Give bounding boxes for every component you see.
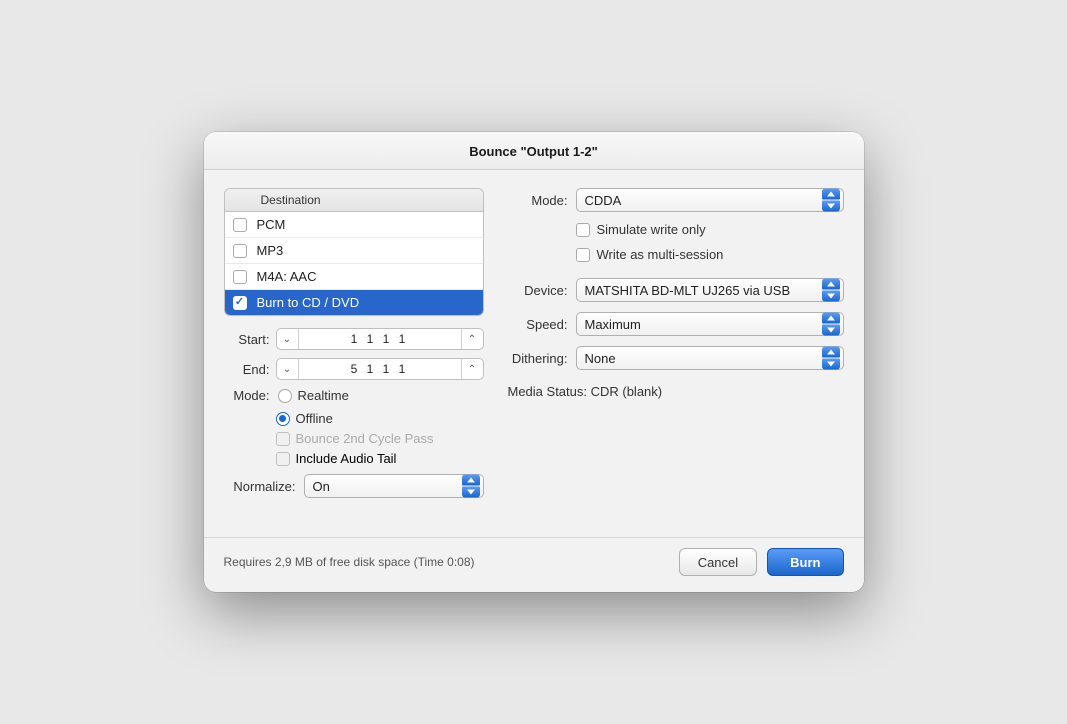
bounce-dialog: Bounce "Output 1-2" Destination PCM MP3 …: [204, 132, 864, 592]
controls-grid: Start: ⌄ 1 1 1 1 ⌃ End: ⌄ 5 1 1 1 ⌃: [224, 328, 484, 498]
mp3-label: MP3: [257, 243, 284, 258]
destination-row-burn[interactable]: Burn to CD / DVD: [225, 290, 483, 315]
speed-label: Speed:: [508, 317, 568, 332]
burn-checkbox[interactable]: [233, 296, 247, 310]
bounce2nd-label: Bounce 2nd Cycle Pass: [296, 431, 434, 446]
multisession-label: Write as multi-session: [597, 247, 724, 262]
dialog-title: Bounce "Output 1-2": [204, 132, 864, 170]
burn-button[interactable]: Burn: [767, 548, 843, 576]
normalize-select[interactable]: On Off: [304, 474, 484, 498]
speed-select-wrapper: Maximum: [576, 312, 844, 336]
pcm-checkbox[interactable]: [233, 218, 247, 232]
footer-info: Requires 2,9 MB of free disk space (Time…: [224, 555, 475, 569]
destination-row-m4a[interactable]: M4A: AAC: [225, 264, 483, 290]
bounce2nd-checkbox: [276, 432, 290, 446]
dialog-footer: Requires 2,9 MB of free disk space (Time…: [204, 537, 864, 592]
realtime-radio[interactable]: [278, 389, 292, 403]
speed-select[interactable]: Maximum: [576, 312, 844, 336]
destination-table: Destination PCM MP3 M4A: AAC Burn to CD …: [224, 188, 484, 316]
mp3-checkbox[interactable]: [233, 244, 247, 258]
end-value: 5 1 1 1: [299, 362, 461, 376]
destination-header: Destination: [225, 189, 483, 212]
left-panel: Destination PCM MP3 M4A: AAC Burn to CD …: [224, 188, 484, 527]
right-panel: Mode: CDDA: [508, 188, 844, 527]
dialog-body: Destination PCM MP3 M4A: AAC Burn to CD …: [204, 170, 864, 537]
offline-label: Offline: [296, 411, 333, 426]
include-audio-tail-checkbox[interactable]: [276, 452, 290, 466]
pcm-label: PCM: [257, 217, 286, 232]
offline-radio[interactable]: [276, 412, 290, 426]
speed-form-row: Speed: Maximum: [508, 312, 844, 336]
bounce2nd-option: Bounce 2nd Cycle Pass: [276, 431, 484, 446]
normalize-row: Normalize: On Off: [224, 474, 484, 498]
device-select[interactable]: MATSHITA BD-MLT UJ265 via USB: [576, 278, 844, 302]
cancel-button[interactable]: Cancel: [679, 548, 757, 576]
device-form-row: Device: MATSHITA BD-MLT UJ265 via USB: [508, 278, 844, 302]
start-value: 1 1 1 1: [299, 332, 461, 346]
mode-form-row: Mode: CDDA: [508, 188, 844, 212]
start-stepper[interactable]: ⌄ 1 1 1 1 ⌃: [276, 328, 484, 350]
destination-row-mp3[interactable]: MP3: [225, 238, 483, 264]
mode-row: Mode: Realtime: [224, 388, 484, 403]
multisession-row[interactable]: Write as multi-session: [508, 247, 844, 262]
simulate-row[interactable]: Simulate write only: [508, 222, 844, 237]
dithering-label: Dithering:: [508, 351, 568, 366]
media-status: Media Status: CDR (blank): [508, 384, 844, 399]
m4a-checkbox[interactable]: [233, 270, 247, 284]
end-down-arrow[interactable]: ⌄: [277, 359, 299, 379]
radio-group: Offline Bounce 2nd Cycle Pass Include Au…: [224, 411, 484, 466]
dithering-form-row: Dithering: None: [508, 346, 844, 370]
end-label: End:: [224, 362, 270, 377]
multisession-checkbox[interactable]: [576, 248, 590, 262]
dithering-select[interactable]: None: [576, 346, 844, 370]
start-row: Start: ⌄ 1 1 1 1 ⌃: [224, 328, 484, 350]
dithering-select-wrapper: None: [576, 346, 844, 370]
mode-label: Mode:: [224, 388, 270, 403]
right-mode-label: Mode:: [508, 193, 568, 208]
m4a-label: M4A: AAC: [257, 269, 317, 284]
device-select-wrapper: MATSHITA BD-MLT UJ265 via USB: [576, 278, 844, 302]
mode-select[interactable]: CDDA: [576, 188, 844, 212]
offline-option[interactable]: Offline: [276, 411, 484, 426]
mode-select-wrapper: CDDA: [576, 188, 844, 212]
end-row: End: ⌄ 5 1 1 1 ⌃: [224, 358, 484, 380]
simulate-label: Simulate write only: [597, 222, 706, 237]
normalize-select-wrapper: On Off: [304, 474, 484, 498]
simulate-checkbox[interactable]: [576, 223, 590, 237]
device-label: Device:: [508, 283, 568, 298]
normalize-label: Normalize:: [224, 479, 296, 494]
realtime-label: Realtime: [298, 388, 349, 403]
start-down-arrow[interactable]: ⌄: [277, 329, 299, 349]
footer-buttons: Cancel Burn: [679, 548, 844, 576]
realtime-option[interactable]: Realtime: [278, 388, 349, 403]
include-audio-tail-option[interactable]: Include Audio Tail: [276, 451, 484, 466]
end-up-arrow[interactable]: ⌃: [461, 359, 483, 379]
start-label: Start:: [224, 332, 270, 347]
end-stepper[interactable]: ⌄ 5 1 1 1 ⌃: [276, 358, 484, 380]
destination-row-pcm[interactable]: PCM: [225, 212, 483, 238]
burn-label: Burn to CD / DVD: [257, 295, 360, 310]
start-up-arrow[interactable]: ⌃: [461, 329, 483, 349]
include-audio-tail-label: Include Audio Tail: [296, 451, 397, 466]
